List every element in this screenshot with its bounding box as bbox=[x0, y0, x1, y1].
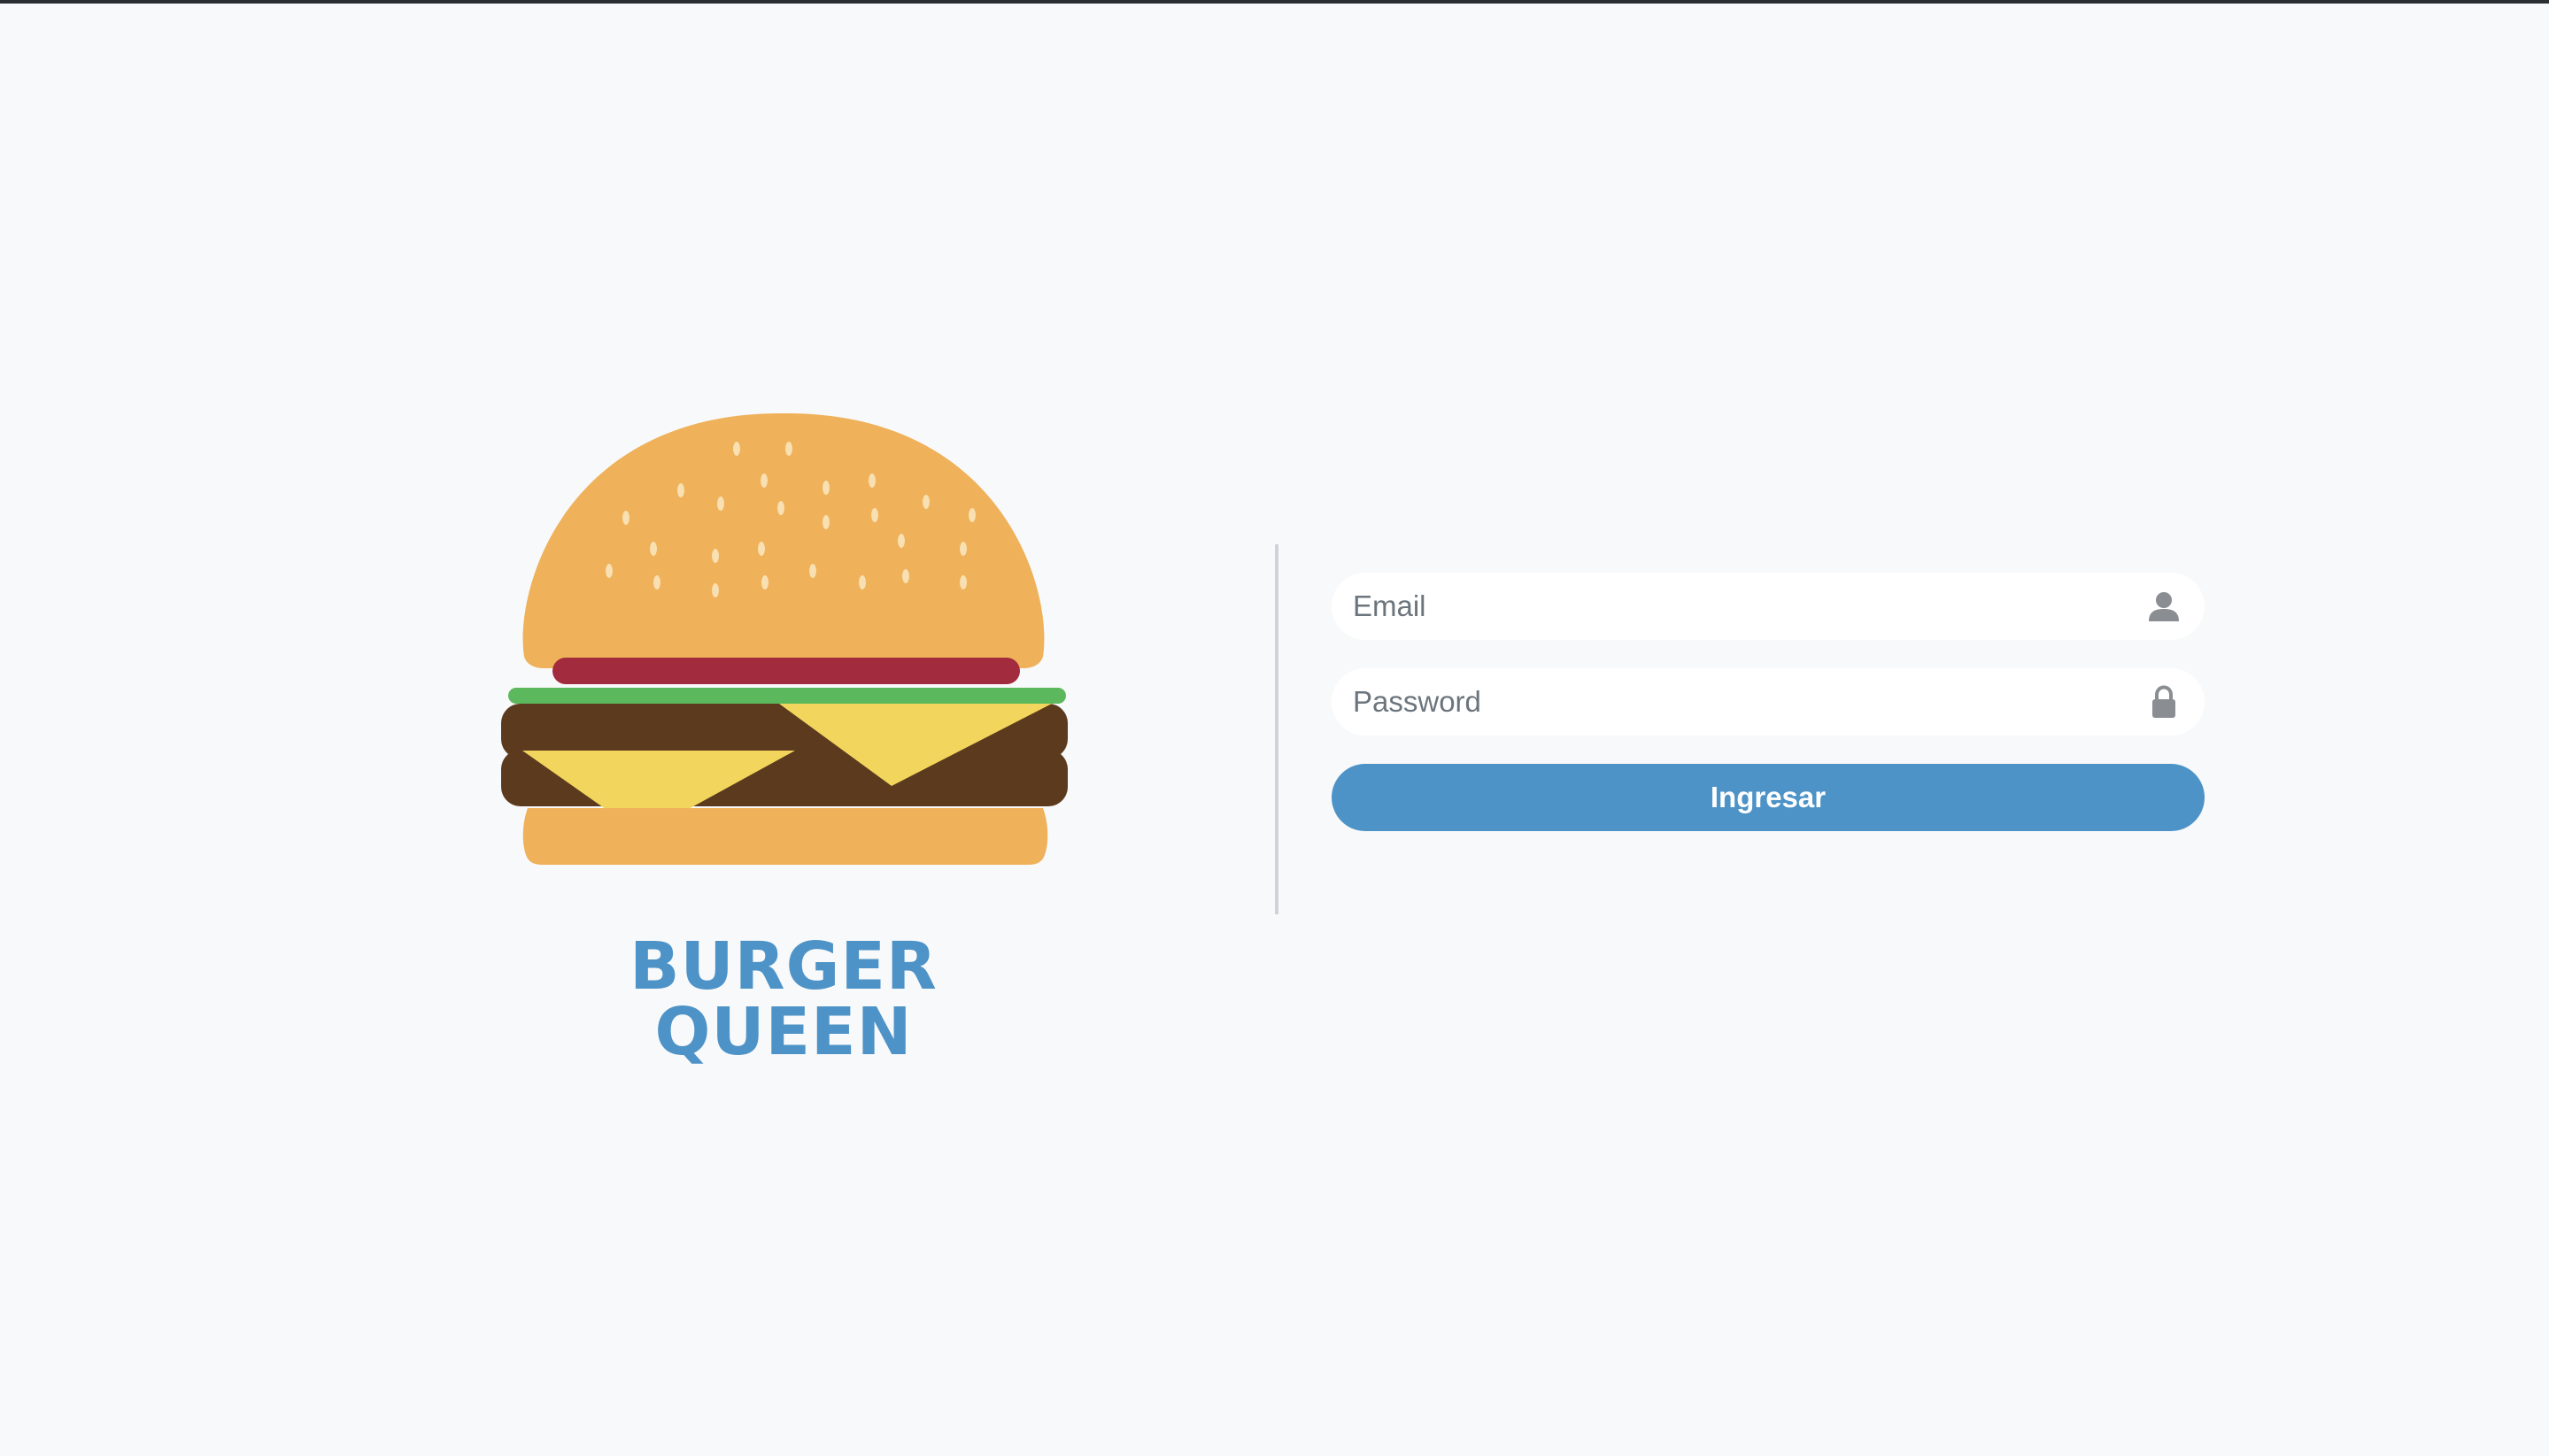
login-form: Ingresar bbox=[1332, 573, 2205, 831]
burger-logo-icon bbox=[501, 412, 1068, 865]
password-input[interactable] bbox=[1332, 668, 2205, 736]
vertical-divider bbox=[1275, 544, 1278, 914]
email-input[interactable] bbox=[1332, 573, 2205, 640]
tomato-slice bbox=[552, 658, 1020, 684]
brand-logo: BURGER QUEEN bbox=[496, 412, 1071, 1065]
user-icon bbox=[2149, 592, 2179, 621]
brand-name: BURGER QUEEN bbox=[630, 928, 938, 1070]
top-bun bbox=[522, 412, 1045, 668]
email-field-container bbox=[1332, 573, 2205, 640]
password-field-container bbox=[1332, 668, 2205, 736]
lettuce-leaf bbox=[508, 688, 1066, 704]
bottom-bun bbox=[522, 808, 1048, 865]
window-top-border bbox=[0, 0, 2549, 4]
lock-icon bbox=[2152, 685, 2175, 718]
login-submit-button[interactable]: Ingresar bbox=[1332, 764, 2205, 831]
